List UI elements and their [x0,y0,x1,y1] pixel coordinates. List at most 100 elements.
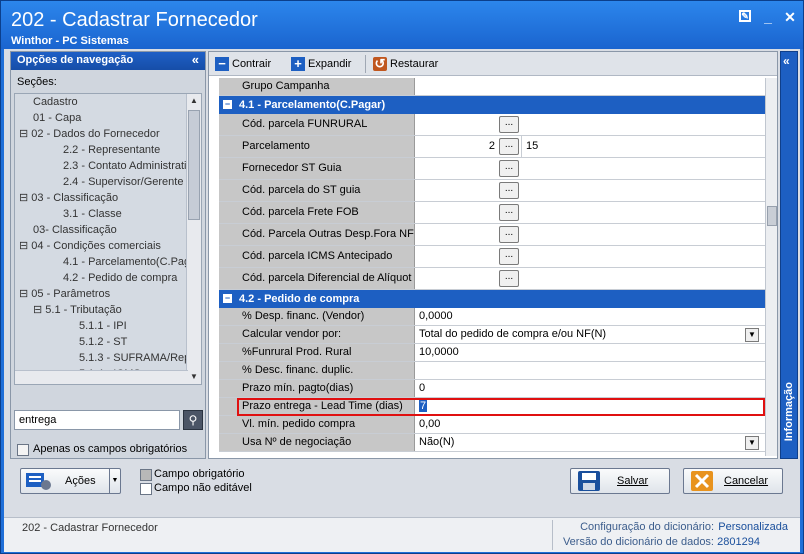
restore-button[interactable]: ↺ Restaurar [373,56,438,72]
search-icon[interactable]: ⚲ [183,410,203,430]
property-row[interactable]: Cód. Parcela Outras Desp.Fora NF ... [219,224,765,246]
property-value[interactable] [415,202,765,223]
property-value[interactable] [415,78,765,95]
property-value[interactable] [415,158,765,179]
property-label: Fornecedor ST Guia [219,158,415,179]
property-value[interactable]: 0,0000 [415,308,765,325]
search-input[interactable]: entrega [14,410,180,430]
not-editable-legend-swatch [140,483,152,495]
collapse-button[interactable]: − Contrair [215,56,271,72]
tree-item[interactable]: ⊟ 5.1 - Tributação [33,302,122,318]
information-panel[interactable]: « Informação [780,51,798,459]
lookup-button[interactable]: ... [499,270,519,287]
lookup-button[interactable]: ... [499,226,519,243]
navigation-panel: Opções de navegação « Seções: Cadastro 0… [10,51,206,459]
property-value[interactable] [415,224,765,245]
property-value[interactable]: 10,0000 [415,344,765,361]
property-row[interactable]: Usa Nº de negociação Não(N) ▼ [219,434,765,452]
property-row[interactable]: %Funrural Prod. Rural 10,0000 [219,344,765,362]
tree-horizontal-scrollbar[interactable] [15,370,188,384]
tree-item[interactable]: 03- Classificação [33,222,117,238]
chevron-down-icon[interactable]: ▼ [745,328,759,342]
save-button[interactable]: Salvar [570,468,670,494]
expand-button[interactable]: + Expandir [291,56,351,72]
lookup-button[interactable]: ... [499,248,519,265]
property-row[interactable]: Vl. mín. pedido compra 0,00 [219,416,765,434]
lookup-button[interactable]: ... [499,182,519,199]
tree-item[interactable]: 5.1.2 - ST [79,334,127,350]
sections-tree: Cadastro 01 - Capa ⊟ 02 - Dados do Forne… [14,93,202,385]
tree-vertical-scrollbar[interactable]: ▲ ▼ [186,94,201,384]
lookup-button[interactable]: ... [499,116,519,133]
property-row[interactable]: Cód. parcela Diferencial de Alíquot ... [219,268,765,290]
property-value[interactable] [415,268,765,289]
property-value[interactable] [415,362,765,379]
collapse-category-icon[interactable]: − [223,100,232,109]
cancel-button[interactable]: Cancelar [683,468,783,494]
property-row[interactable]: Prazo mín. pagto(dias) 0 [219,380,765,398]
property-value[interactable]: Total do pedido de compra e/ou NF(N) [415,326,765,343]
navigation-header: Opções de navegação « [11,52,205,70]
property-row[interactable]: Cód. parcela do ST guia ... [219,180,765,202]
tree-item[interactable]: 2.2 - Representante [63,142,160,158]
scroll-thumb[interactable] [188,110,200,220]
tree-item[interactable]: ⊟ 04 - Condições comerciais [19,238,161,254]
grid-vertical-scrollbar[interactable] [765,78,777,456]
property-label: %Funrural Prod. Rural [219,344,415,361]
property-value[interactable]: 0 [415,380,765,397]
tree-item[interactable]: 01 - Capa [33,110,81,126]
property-value[interactable]: Não(N) [415,434,765,451]
property-value[interactable]: 0,00 [415,416,765,433]
property-value-secondary: 15 [521,136,765,157]
required-legend-label: Campo obrigatório [154,468,245,480]
tree-item[interactable]: 4.2 - Pedido de compra [63,270,177,286]
property-value[interactable] [415,180,765,201]
collapse-nav-icon[interactable]: « [192,52,199,67]
properties-panel: − Contrair + Expandir ↺ Restaurar Grupo Cam… [208,51,778,459]
property-row[interactable]: Parcelamento 2 ... 15 [219,136,765,158]
tree-item[interactable]: 5.1.3 - SUFRAMA/Repa [79,350,196,366]
property-row[interactable]: % Desp. financ. (Vendor) 0,0000 [219,308,765,326]
chevron-down-icon[interactable]: ▼ [745,436,759,450]
property-row[interactable]: Cód. parcela Frete FOB ... [219,202,765,224]
property-row[interactable]: Calcular vendor por: Total do pedido de … [219,326,765,344]
property-label: Grupo Campanha [219,78,415,95]
actions-button[interactable]: Ações ▼ [20,468,121,494]
scroll-down-icon[interactable]: ▼ [187,370,201,384]
lookup-button[interactable]: ... [499,204,519,221]
scroll-up-icon[interactable]: ▲ [187,94,201,108]
category-parcelamento[interactable]: −4.1 - Parcelamento(C.Pagar) [219,96,765,114]
lookup-button[interactable]: ... [499,138,519,155]
tree-item[interactable]: ⊟ 03 - Classificação [19,190,118,206]
close-button[interactable]: ✕ [783,10,797,24]
property-row-highlighted[interactable]: Prazo entrega - Lead Time (dias) 7 [219,398,765,416]
property-value[interactable] [415,246,765,267]
tree-item[interactable]: ⊟ 05 - Parâmetros [19,286,110,302]
collapse-category-icon[interactable]: − [223,294,232,303]
tree-item[interactable]: 2.4 - Supervisor/Gerente [63,174,183,190]
minimize-button[interactable]: _ [761,10,775,24]
lookup-button[interactable]: ... [499,160,519,177]
tree-item[interactable]: 3.1 - Classe [63,206,122,222]
property-row[interactable]: Cód. parcela FUNRURAL ... [219,114,765,136]
cancel-icon [691,471,713,491]
property-row[interactable]: % Desc. financ. duplic. [219,362,765,380]
property-row[interactable]: Grupo Campanha [219,78,765,96]
tree-item[interactable]: 4.1 - Parcelamento(C.Paga [63,254,196,270]
property-value[interactable] [415,114,765,135]
property-label: % Desp. financ. (Vendor) [219,308,415,325]
tree-item[interactable]: 5.1.1 - IPI [79,318,127,334]
tree-item[interactable]: 2.3 - Contato Administrativ [63,158,192,174]
actions-dropdown-icon[interactable]: ▼ [109,469,120,493]
category-pedido-compra[interactable]: −4.2 - Pedido de compra [219,290,765,308]
tree-item[interactable]: Cadastro [33,94,78,110]
property-label: Prazo mín. pagto(dias) [219,380,415,397]
tree-item[interactable]: ⊟ 02 - Dados do Fornecedor [19,126,160,142]
property-row[interactable]: Fornecedor ST Guia ... [219,158,765,180]
property-value[interactable]: 2 [415,136,499,157]
only-required-checkbox[interactable] [17,444,29,456]
scroll-thumb[interactable] [767,206,777,226]
edit-icon[interactable]: ✎ [739,10,751,22]
expand-info-icon[interactable]: « [783,54,790,68]
property-row[interactable]: Cód. parcela ICMS Antecipado ... [219,246,765,268]
